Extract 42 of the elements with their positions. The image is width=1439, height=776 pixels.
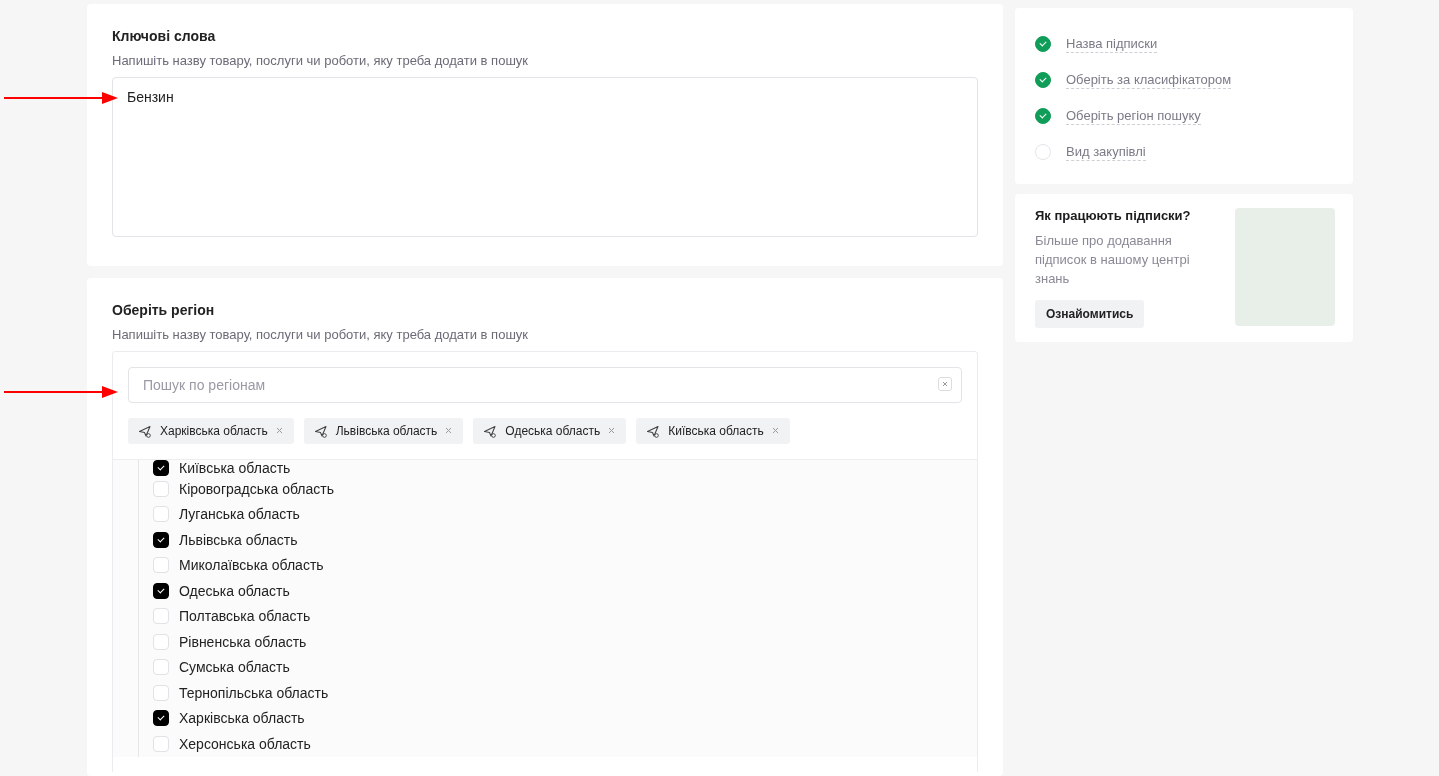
region-label[interactable]: Харківська область [179,710,305,727]
checkbox[interactable] [153,710,169,727]
step-link[interactable]: Оберіть регіон пошуку [1066,107,1201,125]
location-icon [483,424,498,438]
region-label[interactable]: Полтавська область [179,608,311,625]
chip-label: Одеська область [505,424,601,438]
remove-icon[interactable] [771,427,780,435]
region-label[interactable]: Кіровоградська область [179,480,334,497]
checkbox[interactable] [153,531,169,548]
location-icon [646,424,661,438]
learn-more-button[interactable]: Ознайомитись [1035,300,1145,328]
location-icon [313,424,328,438]
search-field[interactable]: Пошук по регіонам [128,367,962,403]
checkbox[interactable] [153,582,169,599]
region-label[interactable]: Рівненська область [179,633,307,650]
region-label[interactable]: Миколаївська область [179,557,324,574]
location-icon [138,424,152,438]
step-link[interactable]: Вид закупівлі [1066,143,1146,161]
region-label[interactable]: Сумська область [179,659,290,676]
region-label[interactable]: Київська область [179,460,291,476]
checkbox[interactable] [153,460,169,476]
clear-icon[interactable] [938,377,952,391]
region-label[interactable]: Одеська область [179,582,290,599]
section-title: Оберіть регіон [112,302,216,318]
step-link[interactable]: Назва підписки [1066,35,1158,53]
chip-label: Львівська область [335,424,438,438]
hint-text: Напишіть назву товару, послуги чи роботи, яку треба додати в пошук [112,327,529,342]
region-label[interactable]: Херсонська область [179,735,311,752]
region-label[interactable]: Тернопільська область [179,684,329,701]
region-label[interactable]: Луганська область [179,506,300,523]
remove-icon[interactable] [445,427,454,435]
region-label[interactable]: Львівська область [179,531,298,548]
help-title: Як працюють підписки? [1035,208,1192,223]
chip-label: Харківська область [160,424,268,438]
chip-label: Київська область [668,424,764,438]
remove-icon[interactable] [275,427,284,435]
keywords-field[interactable]: Бензин [112,77,978,237]
remove-icon[interactable] [608,427,617,435]
hint-text: Напишіть назву товару, послуги чи роботи, яку треба додати в пошук [112,53,529,68]
step-link[interactable]: Оберіть за класифікатором [1066,71,1232,89]
help-text: Більше про додавання підписок в нашому центрі знань [1035,232,1191,288]
section-title: Ключові слова [112,28,217,44]
